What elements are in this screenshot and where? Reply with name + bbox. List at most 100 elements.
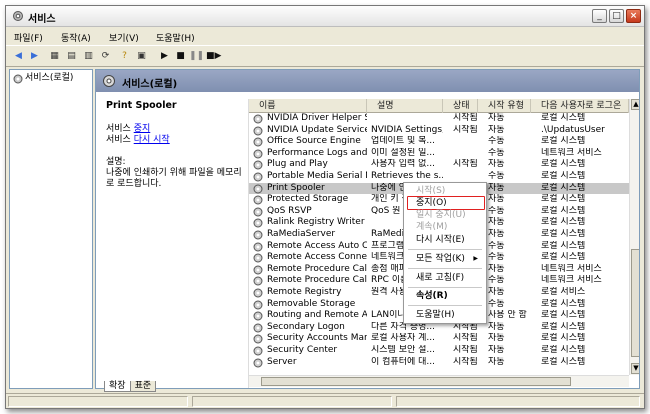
services-window: 서비스 _ □ × 파일(F) 동작(A) 보기(V) 도움말(H) ◀ ▶ ▦… — [5, 5, 645, 409]
tree-node-label: 서비스(로컬) — [25, 73, 74, 83]
forward-arrow-icon[interactable]: ▶ — [28, 50, 41, 63]
maximize-button[interactable]: □ — [609, 9, 624, 23]
services-app-icon — [13, 11, 23, 21]
scrollbar-thumb[interactable] — [631, 249, 639, 357]
cell-logon: 로컬 시스템 — [541, 321, 586, 332]
gear-icon — [253, 276, 263, 286]
cell-startup: 자동 — [488, 159, 505, 170]
start-service-icon[interactable]: ▶ — [158, 50, 171, 63]
cell-startup: 자동 — [488, 263, 505, 274]
column-header-status[interactable]: 상태 — [443, 99, 478, 113]
ctx-restart[interactable]: 다시 시작(E) — [416, 234, 482, 246]
gear-icon — [253, 358, 263, 368]
table-row[interactable]: Performance Logs and ... 이미 설정된 일... 수동 네트워… — [249, 148, 629, 160]
cell-logon: 로컬 시스템 — [541, 113, 586, 123]
stop-service-link[interactable]: 중지 — [134, 124, 151, 134]
column-header-description[interactable]: 설명 — [367, 99, 443, 113]
ctx-help[interactable]: 도움말(H) — [416, 309, 482, 321]
column-header-logon-as[interactable]: 다음 사용자로 로그온 — [531, 99, 629, 113]
cell-logon: 네트워크 서비스 — [541, 275, 602, 286]
cell-status: 시작됨 — [453, 356, 478, 367]
column-headers: 이름 설명 상태 시작 유형 다음 사용자로 로그온 — [249, 99, 629, 113]
scroll-down-button[interactable]: ▼ — [631, 363, 639, 374]
context-menu: 시작(S) 중지(O) 일시 중지(U) 계속(M) 다시 시작(E) 모든 작… — [403, 182, 487, 324]
cell-name: NVIDIA Update Service D... — [267, 124, 367, 135]
properties-icon[interactable]: ▤ — [65, 50, 78, 63]
gear-icon — [253, 242, 263, 252]
cell-name: Remote Access Connec... — [267, 252, 367, 263]
cell-startup: 자동 — [488, 333, 505, 344]
horizontal-scrollbar[interactable] — [249, 375, 629, 387]
table-row[interactable]: Security Center 시스템 보안 설... 시작됨 자동 로컬 시스템 — [249, 345, 629, 357]
minimize-button[interactable]: _ — [592, 9, 607, 23]
cell-startup: 자동 — [488, 287, 505, 297]
cell-name: Remote Procedure Call (... — [267, 275, 367, 286]
cell-name: Security Center — [267, 345, 338, 355]
show-hide-icon[interactable]: ▣ — [135, 50, 148, 63]
menu-file[interactable]: 파일(F) — [14, 31, 43, 44]
vertical-scrollbar[interactable]: ▲ ▼ — [629, 99, 639, 375]
cell-desc: 시스템 보안 설... — [371, 345, 435, 355]
gear-icon — [253, 184, 263, 194]
description-label: 설명: — [106, 157, 126, 167]
cell-name: Remote Registry — [267, 287, 342, 297]
cell-startup: 자동 — [488, 345, 505, 355]
stop-service-icon[interactable]: ■ — [174, 50, 187, 63]
console-tree-icon[interactable]: ▦ — [48, 50, 61, 63]
ctx-all-tasks[interactable]: 모든 작업(K) ▶ — [416, 253, 482, 265]
gear-icon — [13, 74, 23, 84]
cell-name: Remote Procedure Call (... — [267, 263, 367, 274]
restart-service-icon[interactable]: ■▶ — [206, 50, 221, 63]
cell-name: Remote Access Auto Co... — [267, 240, 367, 251]
ctx-properties[interactable]: 속성(R) — [416, 290, 482, 302]
table-row[interactable]: Office Source Engine 업데이트 및 복... 수동 로컬 시스템 — [249, 136, 629, 148]
ctx-stop[interactable]: 중지(O) — [416, 197, 482, 209]
back-arrow-icon[interactable]: ◀ — [12, 50, 25, 63]
menu-help[interactable]: 도움말(H) — [156, 31, 195, 44]
ctx-pause[interactable]: 일시 중지(U) — [416, 209, 482, 221]
cell-logon: 로컬 서비스 — [541, 287, 586, 297]
help-icon[interactable]: ? — [118, 50, 131, 63]
gear-icon — [253, 218, 263, 228]
cell-name: QoS RSVP — [267, 205, 312, 216]
table-row[interactable]: Portable Media Serial N... Retrieves the … — [249, 171, 629, 183]
cell-logon: 로컬 시스템 — [541, 217, 586, 228]
cell-startup: 자동 — [488, 113, 505, 123]
pane-header-title: 서비스(로컬) — [122, 79, 178, 90]
ctx-refresh[interactable]: 새로 고침(F) — [416, 272, 482, 284]
refresh-icon[interactable]: ⟳ — [99, 50, 112, 63]
cell-logon: 로컬 시스템 — [541, 229, 586, 239]
close-button[interactable]: × — [626, 9, 641, 23]
export-list-icon[interactable]: ▥ — [82, 50, 95, 63]
ctx-resume[interactable]: 계속(M) — [416, 221, 482, 233]
service-description-panel: Print Spooler 서비스 중지 서비스 다시 시작 설명: 나중에 인… — [106, 100, 246, 190]
table-row[interactable]: Plug and Play 사용자 입력 없... 시작됨 자동 로컬 시스템 — [249, 159, 629, 171]
tab-extended[interactable]: 확장 — [104, 381, 131, 392]
table-row[interactable]: NVIDIA Driver Helper Ser... 시작됨 자동 로컬 시스템 — [249, 113, 629, 125]
status-pane-3 — [396, 396, 640, 407]
column-header-name[interactable]: 이름 — [249, 99, 367, 113]
scroll-up-button[interactable]: ▲ — [631, 99, 639, 110]
cell-name: Portable Media Serial N... — [267, 171, 367, 181]
cell-logon: 로컬 시스템 — [541, 345, 586, 355]
horizontal-scrollbar-thumb[interactable] — [261, 377, 571, 386]
table-row[interactable]: Security Accounts Mana... 로컬 사용자 계... 시작됨 자… — [249, 333, 629, 345]
menu-action[interactable]: 동작(A) — [61, 31, 91, 44]
pause-service-icon[interactable]: ❚❚ — [189, 50, 204, 63]
cell-name: Office Source Engine — [267, 136, 361, 147]
cell-name: Removable Storage — [267, 298, 356, 309]
restart-service-link[interactable]: 다시 시작 — [134, 135, 170, 145]
tab-standard[interactable]: 표준 — [129, 381, 157, 392]
ctx-separator — [408, 268, 482, 269]
table-row[interactable]: Server 이 컴퓨터에 대... 시작됨 자동 로컬 시스템 — [249, 357, 629, 369]
title-bar[interactable]: 서비스 _ □ × — [6, 6, 644, 27]
menu-view[interactable]: 보기(V) — [109, 31, 139, 44]
table-row[interactable]: NVIDIA Update Service D... NVIDIA Setting… — [249, 125, 629, 137]
cell-desc: 이미 설정된 일... — [371, 147, 435, 158]
column-header-startup-type[interactable]: 시작 유형 — [478, 99, 531, 113]
cell-name: Print Spooler — [267, 182, 325, 193]
cell-name: NVIDIA Driver Helper Ser... — [267, 113, 367, 123]
cell-desc: 이 컴퓨터에 대... — [371, 356, 435, 367]
cell-logon: 로컬 시스템 — [541, 310, 586, 321]
cell-logon: 로컬 시스템 — [541, 159, 586, 170]
